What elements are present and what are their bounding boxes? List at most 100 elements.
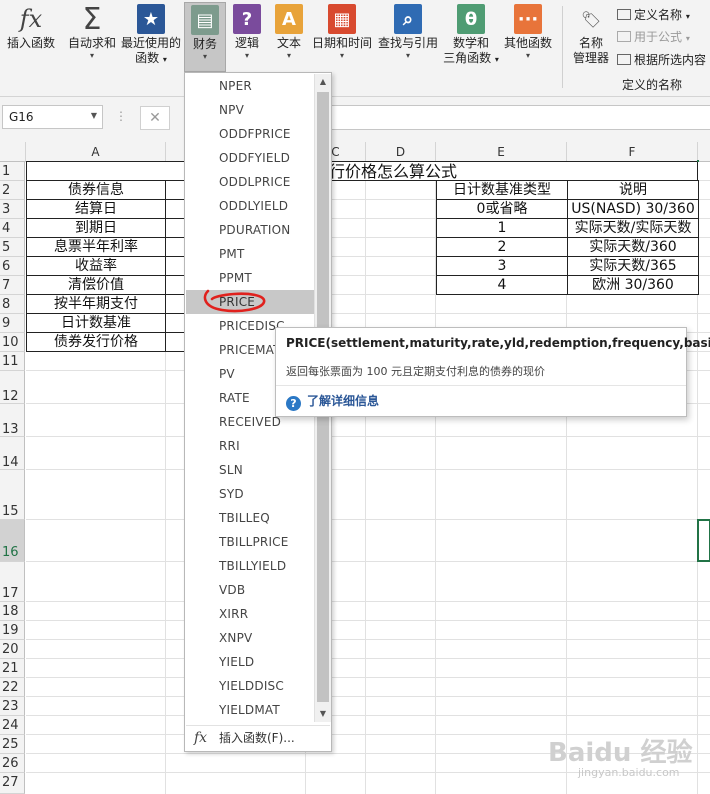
bond-item[interactable]: 日计数基准 (26, 313, 166, 333)
menu-item-syd[interactable]: SYD (186, 482, 314, 506)
basis-type-cell[interactable]: 1 (436, 218, 568, 238)
financial-button[interactable]: ▤ 财务 ▾ (184, 2, 226, 72)
basis-type-cell[interactable]: 3 (436, 256, 568, 276)
row-header[interactable]: 25 (0, 735, 25, 754)
bond-item[interactable]: 到期日 (26, 218, 166, 238)
basis-type-cell[interactable]: 4 (436, 275, 568, 295)
column-header-g[interactable] (698, 142, 710, 162)
basis-desc-cell[interactable]: 欧洲 30/360 (567, 275, 699, 295)
name-manager-button[interactable]: 🏷 名称 管理器 (568, 4, 614, 66)
row-header[interactable]: 1 (0, 162, 25, 181)
row-header[interactable]: 7 (0, 276, 25, 295)
basis-desc-cell[interactable]: 实际天数/实际天数 (567, 218, 699, 238)
menu-item-ppmt[interactable]: PPMT (186, 266, 314, 290)
description-header[interactable]: 说明 (567, 180, 699, 200)
menu-item-pmt[interactable]: PMT (186, 242, 314, 266)
select-all-corner[interactable] (0, 142, 26, 162)
logical-button[interactable]: ? 逻辑 ▾ (230, 4, 264, 61)
row-header[interactable]: 20 (0, 640, 25, 659)
bond-value-cell[interactable] (165, 275, 185, 295)
row-header[interactable]: 4 (0, 219, 25, 238)
menu-item-pduration[interactable]: PDURATION (186, 218, 314, 242)
menu-item-xnpv[interactable]: XNPV (186, 626, 314, 650)
define-name-button[interactable]: 定义名称 ▾ (617, 6, 690, 23)
formula-input[interactable] (300, 105, 710, 130)
bond-item[interactable]: 收益率 (26, 256, 166, 276)
menu-item-yielddisc[interactable]: YIELDDISC (186, 674, 314, 698)
menu-item-price[interactable]: PRICE (186, 290, 314, 314)
menu-item-npv[interactable]: NPV (186, 98, 314, 122)
menu-item-yield[interactable]: YIELD (186, 650, 314, 674)
row-header[interactable]: 12 (0, 371, 25, 404)
more-functions-button[interactable]: ··· 其他函数 ▾ (502, 4, 554, 61)
basis-type-cell[interactable]: 0或省略 (436, 199, 568, 219)
text-button[interactable]: A 文本 ▾ (272, 4, 306, 61)
row-header[interactable]: 22 (0, 678, 25, 697)
bond-value-cell[interactable] (165, 313, 185, 333)
row-header[interactable]: 18 (0, 602, 25, 621)
row-header[interactable]: 23 (0, 697, 25, 716)
cancel-button[interactable]: ✕ (140, 106, 170, 130)
basis-desc-cell[interactable]: 实际天数/365 (567, 256, 699, 276)
row-header[interactable]: 3 (0, 200, 25, 219)
row-header[interactable]: 26 (0, 754, 25, 773)
row-header[interactable]: 27 (0, 773, 25, 794)
bond-item[interactable]: 结算日 (26, 199, 166, 219)
menu-item-tbilleq[interactable]: TBILLEQ (186, 506, 314, 530)
column-header-d[interactable]: D (366, 142, 436, 162)
menu-item-tbillprice[interactable]: TBILLPRICE (186, 530, 314, 554)
active-cell-g16[interactable] (697, 519, 710, 562)
menu-item-tbillyield[interactable]: TBILLYIELD (186, 554, 314, 578)
basis-desc-cell[interactable]: US(NASD) 30/360 (567, 199, 699, 219)
insert-function-button[interactable]: fx 插入函数 (4, 4, 58, 51)
learn-more-link[interactable]: ? 了解详细信息 (286, 392, 379, 411)
column-header-a[interactable]: A (26, 142, 166, 162)
create-from-selection-button[interactable]: 根据所选内容 (617, 51, 706, 68)
name-box[interactable]: G16 ▼ (2, 105, 103, 129)
recent-functions-button[interactable]: ★ 最近使用的 函数 ▾ (120, 4, 182, 67)
row-header[interactable]: 21 (0, 659, 25, 678)
spreadsheet-grid[interactable]: A B C D E F 1 2 3 4 5 6 7 8 9 10 11 12 1… (0, 142, 710, 794)
basis-desc-cell[interactable]: 实际天数/360 (567, 237, 699, 257)
menu-item-oddlyield[interactable]: ODDLYIELD (186, 194, 314, 218)
menu-item-oddlprice[interactable]: ODDLPRICE (186, 170, 314, 194)
bond-value-cell[interactable] (165, 332, 185, 352)
row-header[interactable]: 13 (0, 404, 25, 437)
bond-value-cell[interactable] (165, 237, 185, 257)
row-header[interactable]: 10 (0, 333, 25, 352)
row-header[interactable]: 24 (0, 716, 25, 735)
bond-value-cell[interactable] (165, 180, 185, 200)
menu-item-xirr[interactable]: XIRR (186, 602, 314, 626)
scroll-down-icon[interactable]: ▼ (315, 706, 331, 722)
menu-item-oddfyield[interactable]: ODDFYIELD (186, 146, 314, 170)
row-header[interactable]: 2 (0, 181, 25, 200)
autosum-button[interactable]: Σ 自动求和 ▾ (66, 4, 118, 61)
row-header[interactable]: 17 (0, 562, 25, 602)
column-header-f[interactable]: F (567, 142, 698, 162)
menu-item-vdb[interactable]: VDB (186, 578, 314, 602)
row-header[interactable]: 14 (0, 437, 25, 470)
use-in-formula-button[interactable]: 用于公式 ▾ (617, 28, 690, 45)
row-header[interactable]: 6 (0, 257, 25, 276)
lookup-button[interactable]: ⌕ 查找与引用 ▾ (376, 4, 440, 61)
bond-value-cell[interactable] (165, 199, 185, 219)
row-header[interactable]: 9 (0, 314, 25, 333)
row-header-selected[interactable]: 16 (0, 520, 25, 562)
math-trig-button[interactable]: θ 数学和 三角函数 ▾ (442, 4, 500, 67)
row-header[interactable]: 19 (0, 621, 25, 640)
insert-function-menu-item[interactable]: fx 插入函数(F)... (186, 725, 330, 749)
menu-item-oddfprice[interactable]: ODDFPRICE (186, 122, 314, 146)
menu-item-yieldmat[interactable]: YIELDMAT (186, 698, 314, 722)
datetime-button[interactable]: ▦ 日期和时间 ▾ (310, 4, 374, 61)
bond-item[interactable]: 按半年期支付 (26, 294, 166, 314)
chevron-down-icon[interactable]: ▼ (91, 111, 97, 120)
menu-item-sln[interactable]: SLN (186, 458, 314, 482)
bond-info-header[interactable]: 债券信息 (26, 180, 166, 200)
scroll-up-icon[interactable]: ▲ (315, 74, 331, 90)
bond-item[interactable]: 清偿价值 (26, 275, 166, 295)
basis-type-header[interactable]: 日计数基准类型 (436, 180, 568, 200)
bond-value-cell[interactable] (165, 218, 185, 238)
bond-value-cell[interactable] (165, 294, 185, 314)
bond-item[interactable]: 债券发行价格 (26, 332, 166, 352)
row-header[interactable]: 8 (0, 295, 25, 314)
